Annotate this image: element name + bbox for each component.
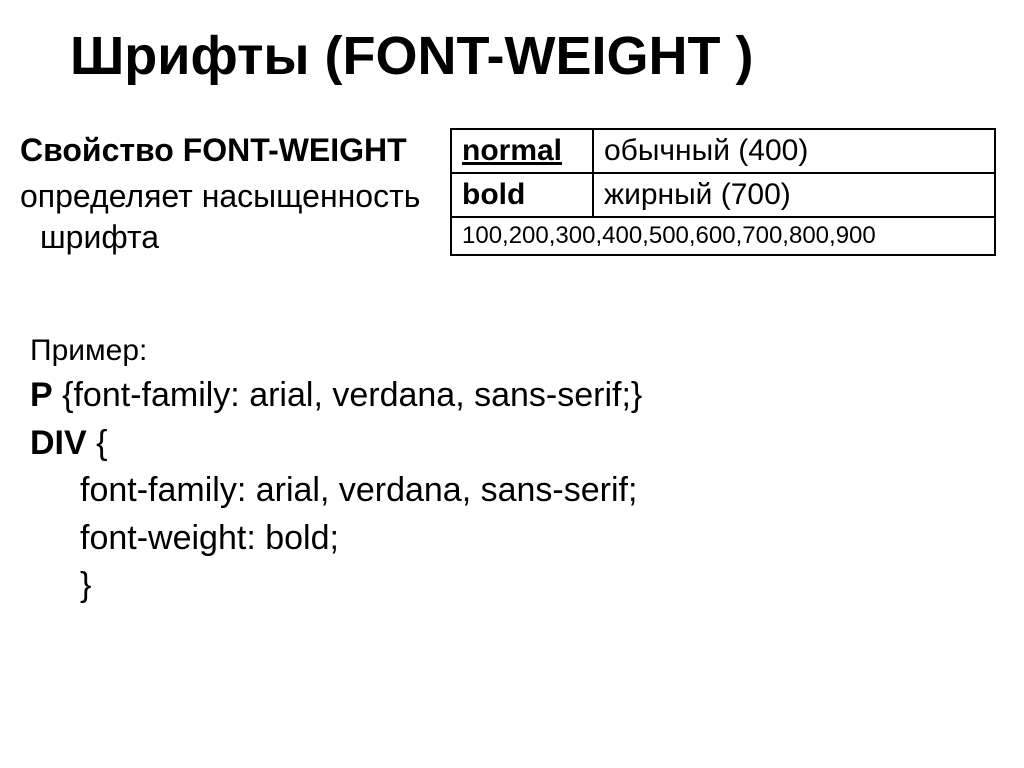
property-desc: определяет насыщенность шрифта bbox=[20, 176, 440, 259]
cell-normal-val: обычный (400) bbox=[593, 129, 995, 173]
cell-bold-key: bold bbox=[451, 173, 593, 217]
rule-div-open: { bbox=[87, 424, 108, 462]
example-label: Пример: bbox=[30, 330, 642, 372]
selector-p: P bbox=[30, 376, 53, 414]
example-line-div-open: DIV { bbox=[30, 420, 642, 468]
page-title: Шрифты (FONT-WEIGHT ) bbox=[70, 25, 753, 87]
cell-numeric-values: 100,200,300,400,500,600,700,800,900 bbox=[451, 217, 995, 255]
property-block: Свойство FONT-WEIGHT определяет насыщенн… bbox=[20, 130, 440, 259]
table-row: normal обычный (400) bbox=[451, 129, 995, 173]
cell-bold-val: жирный (700) bbox=[593, 173, 995, 217]
values-table: normal обычный (400) bold жирный (700) 1… bbox=[450, 128, 996, 256]
slide: Шрифты (FONT-WEIGHT ) Свойство FONT-WEIG… bbox=[0, 0, 1024, 768]
selector-div: DIV bbox=[30, 424, 87, 462]
example-line-div-2: font-weight: bold; bbox=[30, 515, 642, 563]
property-label: Свойство FONT-WEIGHT bbox=[20, 130, 440, 172]
example-block: Пример: P {font-family: arial, verdana, … bbox=[30, 330, 642, 610]
example-line-p: P {font-family: arial, verdana, sans-ser… bbox=[30, 372, 642, 420]
example-line-div-close: } bbox=[30, 562, 642, 610]
example-line-div-1: font-family: arial, verdana, sans-serif; bbox=[30, 467, 642, 515]
table-row: bold жирный (700) bbox=[451, 173, 995, 217]
table-row: 100,200,300,400,500,600,700,800,900 bbox=[451, 217, 995, 255]
cell-normal-key: normal bbox=[451, 129, 593, 173]
rule-p-body: {font-family: arial, verdana, sans-serif… bbox=[53, 376, 643, 414]
